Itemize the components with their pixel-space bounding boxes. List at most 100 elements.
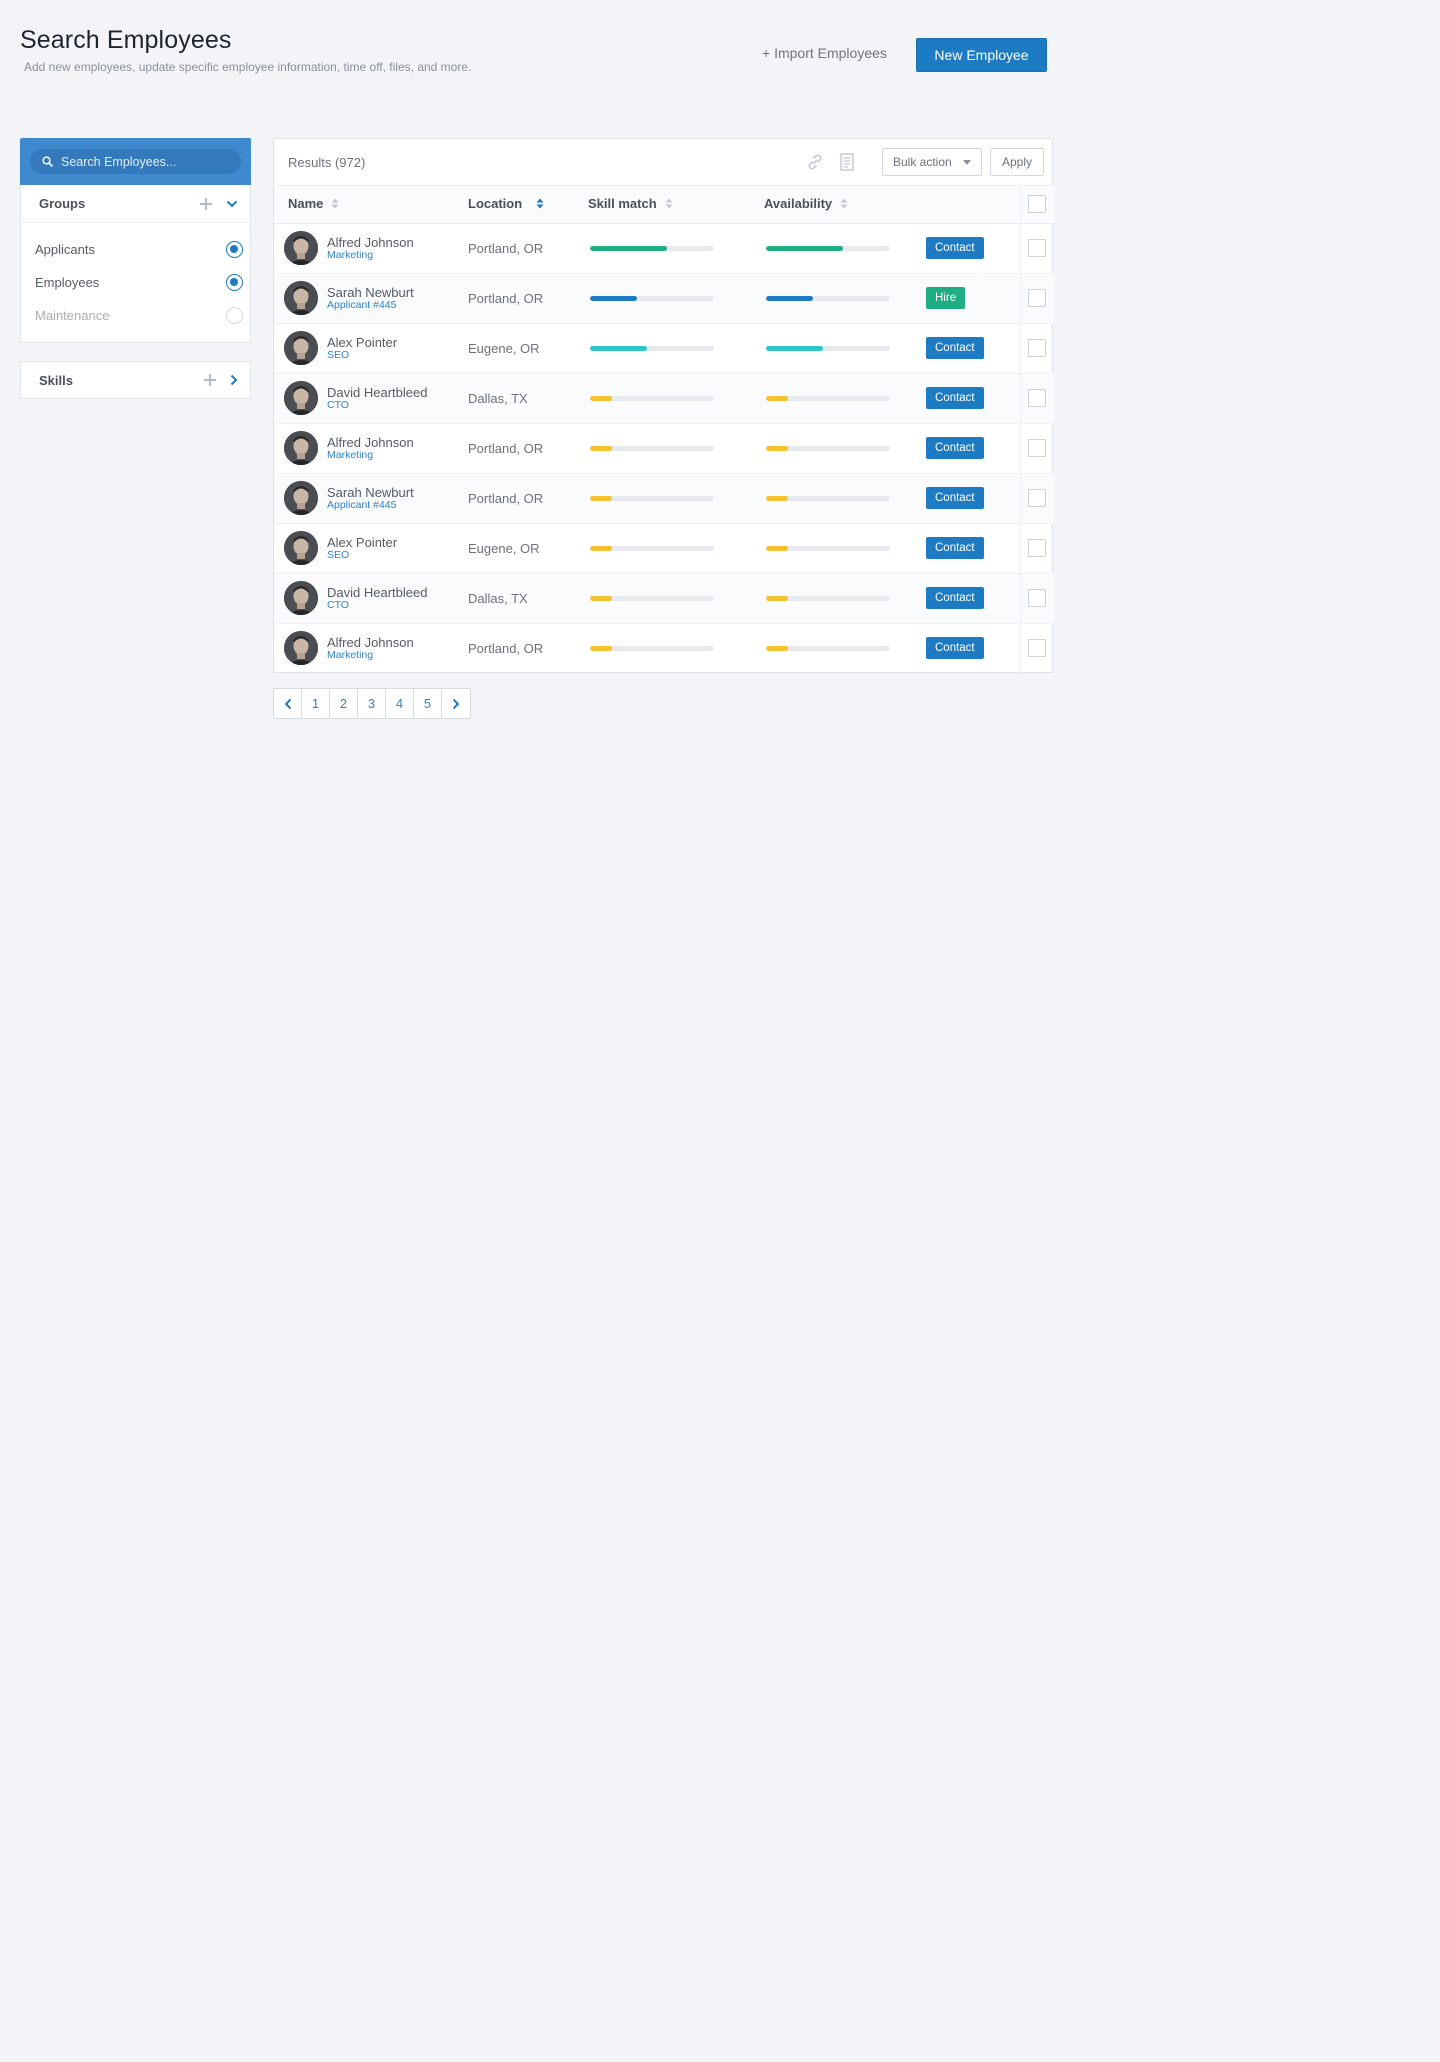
add-group-icon[interactable] [200,197,212,210]
add-skill-icon[interactable] [204,374,216,386]
employee-name[interactable]: Alfred Johnson [327,435,414,450]
chevron-down-icon[interactable] [226,200,238,208]
table-row[interactable]: David Heartbleed CTO Dallas, TX Contact [274,573,1054,624]
skill-match-fill [590,545,613,551]
hire-button[interactable]: Hire [926,287,966,309]
employee-role[interactable]: CTO [327,399,427,411]
employee-role[interactable]: Marketing [327,449,414,461]
employee-role[interactable]: Marketing [327,649,414,661]
page-button[interactable]: 5 [414,689,442,718]
avatar [284,231,318,265]
select-all-checkbox[interactable] [1028,195,1047,214]
table-row[interactable]: Alex Pointer SEO Eugene, OR Contact [274,523,1054,574]
sidebar-search-box [20,138,251,185]
employee-name[interactable]: David Heartbleed [327,385,427,400]
sort-active-icon[interactable] [536,197,544,212]
row-checkbox[interactable] [1028,389,1047,407]
column-name[interactable]: Name [274,186,454,224]
import-employees-button[interactable]: + Import Employees [762,45,887,61]
prev-page-button[interactable] [274,689,302,718]
results-toolbar: Results (972) Bulk action Apply [274,139,1052,186]
group-radio[interactable] [226,274,243,291]
availability-bar [766,645,890,651]
row-checkbox[interactable] [1028,489,1047,507]
search-input[interactable] [61,154,231,169]
page-button[interactable]: 1 [302,689,330,718]
sort-icon[interactable] [331,197,339,212]
employee-name[interactable]: Alfred Johnson [327,635,414,650]
employee-name[interactable]: Sarah Newburt [327,485,414,500]
employee-name[interactable]: David Heartbleed [327,585,427,600]
results-count: Results (972) [288,154,366,170]
row-checkbox[interactable] [1028,339,1047,357]
employee-role[interactable]: SEO [327,549,397,561]
cell-name: Sarah Newburt Applicant #445 [274,473,454,524]
avatar [284,281,318,315]
cell-skill-match [574,573,750,624]
column-skill-match[interactable]: Skill match [574,186,750,224]
group-label: Maintenance [35,308,110,323]
contact-button[interactable]: Contact [926,637,984,660]
group-item-employees[interactable]: Employees [21,266,250,299]
contact-button[interactable]: Contact [926,387,984,409]
new-employee-button[interactable]: New Employee [916,38,1047,72]
avatar [284,381,318,415]
group-item-applicants[interactable]: Applicants [21,233,250,266]
employee-name[interactable]: Alfred Johnson [327,235,414,250]
cell-select [1019,323,1054,374]
row-checkbox[interactable] [1028,539,1047,557]
employee-role[interactable]: Marketing [327,249,414,261]
row-checkbox[interactable] [1028,589,1047,607]
page-button[interactable]: 4 [386,689,414,718]
page-button[interactable]: 3 [358,689,386,718]
group-item-maintenance[interactable]: Maintenance [21,299,250,332]
contact-button[interactable]: Contact [926,587,984,609]
contact-button[interactable]: Contact [926,237,984,259]
employee-role[interactable]: CTO [327,599,427,611]
employee-role[interactable]: Applicant #445 [327,499,414,511]
contact-button[interactable]: Contact [926,337,984,359]
row-checkbox[interactable] [1028,239,1047,257]
person: Alfred Johnson Marketing [284,231,454,265]
link-icon[interactable] [806,153,824,171]
skills-header[interactable]: Skills [21,362,250,398]
table-row[interactable]: David Heartbleed CTO Dallas, TX Contact [274,373,1054,424]
chevron-right-icon[interactable] [230,374,238,386]
sort-icon[interactable] [665,197,673,212]
contact-button[interactable]: Contact [926,537,984,559]
apply-button[interactable]: Apply [990,148,1044,176]
skill-match-fill [590,395,613,401]
employee-name[interactable]: Alex Pointer [327,335,397,350]
sort-icon[interactable] [840,197,848,212]
column-availability[interactable]: Availability [750,186,926,224]
row-checkbox[interactable] [1028,289,1047,307]
employee-name[interactable]: Sarah Newburt [327,285,414,300]
group-radio[interactable] [226,241,243,258]
column-label: Skill match [588,196,657,212]
row-checkbox[interactable] [1028,439,1047,457]
skill-match-fill [590,645,613,651]
table-row[interactable]: Sarah Newburt Applicant #445 Portland, OR C… [274,473,1054,524]
column-location[interactable]: Location [454,186,574,224]
table-row[interactable]: Alfred Johnson Marketing Portland, OR Conta… [274,223,1054,274]
table-row[interactable]: Alfred Johnson Marketing Portland, OR Conta… [274,623,1054,673]
row-checkbox[interactable] [1028,639,1047,658]
cell-select [1019,523,1054,574]
employee-role[interactable]: Applicant #445 [327,299,414,311]
employee-role[interactable]: SEO [327,349,397,361]
next-page-button[interactable] [442,689,470,718]
table-row[interactable]: Alfred Johnson Marketing Portland, OR Conta… [274,423,1054,474]
contact-button[interactable]: Contact [926,437,984,459]
bulk-action-select[interactable]: Bulk action [882,148,982,176]
skill-match-fill [590,345,648,351]
page-button[interactable]: 2 [330,689,358,718]
table-row[interactable]: Alex Pointer SEO Eugene, OR Contact [274,323,1054,374]
employee-name[interactable]: Alex Pointer [327,535,397,550]
bulk-action-label: Bulk action [893,155,952,169]
group-radio[interactable] [226,307,243,324]
cell-location: Portland, OR [454,223,574,274]
document-icon[interactable] [840,153,854,171]
contact-button[interactable]: Contact [926,487,984,509]
table-row[interactable]: Sarah Newburt Applicant #445 Portland, OR H… [274,273,1054,324]
search-field[interactable] [30,149,241,174]
